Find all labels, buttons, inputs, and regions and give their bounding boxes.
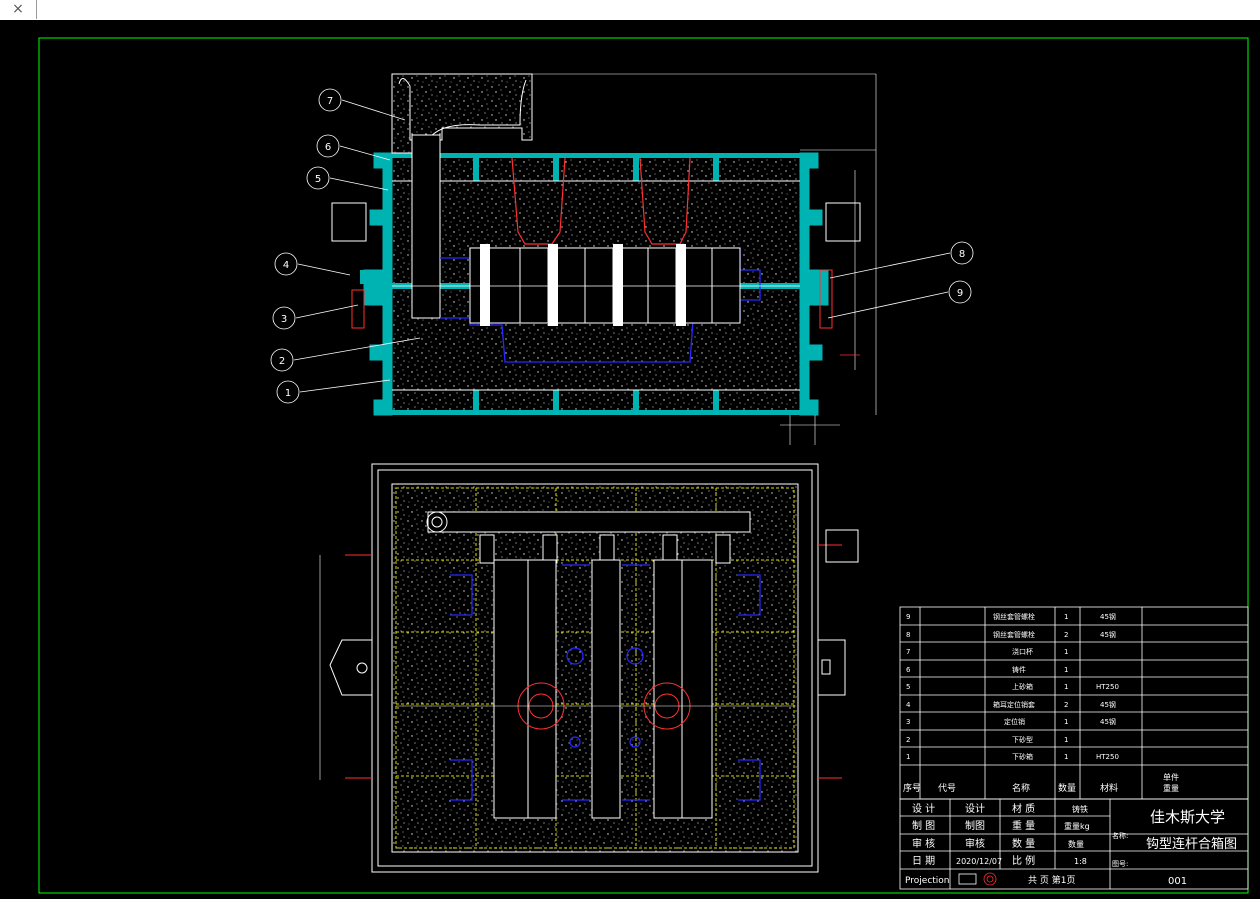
svg-text:设 计: 设 计: [912, 802, 935, 815]
svg-text:1: 1: [1064, 718, 1068, 726]
svg-text:2: 2: [1064, 701, 1068, 709]
balloon-2: 2: [279, 356, 285, 367]
svg-text:重量kg: 重量kg: [1064, 821, 1090, 831]
svg-text:箱耳定位销套: 箱耳定位销套: [993, 700, 1035, 709]
balloon-6: 6: [325, 142, 331, 153]
svg-text:上砂箱: 上砂箱: [1012, 682, 1033, 691]
svg-text:重量: 重量: [1163, 783, 1179, 793]
svg-text:制图: 制图: [965, 819, 985, 832]
svg-text:3: 3: [906, 718, 910, 726]
svg-text:佳木斯大学: 佳木斯大学: [1150, 808, 1225, 826]
svg-text:2: 2: [906, 736, 910, 744]
svg-text:1: 1: [1064, 666, 1068, 674]
svg-text:1: 1: [1064, 683, 1068, 691]
balloon-8: 8: [959, 249, 965, 260]
svg-text:下砂箱: 下砂箱: [1012, 752, 1033, 761]
svg-text:数 量: 数 量: [1012, 837, 1035, 850]
svg-text:下砂型: 下砂型: [1012, 735, 1033, 744]
svg-text:2020/12/07: 2020/12/07: [956, 857, 1002, 866]
svg-text:7: 7: [906, 648, 910, 656]
svg-text:材 质: 材 质: [1012, 802, 1035, 815]
svg-text:日 期: 日 期: [912, 855, 935, 867]
svg-text:钢丝套管螺栓: 钢丝套管螺栓: [993, 630, 1035, 639]
plan-view: [319, 463, 859, 873]
svg-text:6: 6: [906, 666, 911, 674]
svg-text:8: 8: [906, 631, 910, 639]
drawing-canvas[interactable]: 7 6 5 4 3 2 1 8 9 9 钢丝套管螺栓 1 45钢 8 钢丝套管螺…: [0, 20, 1260, 895]
svg-text:图号:: 图号:: [1112, 860, 1128, 868]
svg-text:共 页 第1页: 共 页 第1页: [1028, 874, 1075, 886]
svg-text:001: 001: [1168, 876, 1187, 887]
svg-text:HT250: HT250: [1096, 683, 1119, 691]
svg-text:材料: 材料: [1100, 782, 1118, 794]
svg-text:9: 9: [906, 613, 910, 621]
balloon-9: 9: [957, 288, 963, 299]
close-tab-button[interactable]: ×: [0, 0, 37, 19]
flask-right-wall: [799, 152, 829, 416]
svg-text:序号: 序号: [903, 782, 921, 794]
cad-drawing: 7 6 5 4 3 2 1 8 9 9 钢丝套管螺栓 1 45钢 8 钢丝套管螺…: [38, 37, 1249, 894]
balloon-4: 4: [283, 260, 289, 271]
svg-text:45钢: 45钢: [1100, 630, 1116, 639]
svg-text:1: 1: [1064, 648, 1068, 656]
parts-list: [899, 606, 1249, 800]
svg-text:4: 4: [906, 701, 911, 709]
svg-text:名称:: 名称:: [1112, 831, 1128, 840]
svg-text:比 例: 比 例: [1012, 854, 1035, 867]
svg-text:1:8: 1:8: [1074, 857, 1087, 866]
svg-text:名称: 名称: [1012, 782, 1030, 794]
svg-text:重 量: 重 量: [1012, 819, 1035, 832]
svg-text:定位销: 定位销: [1004, 717, 1025, 726]
parts-list-text: 9 钢丝套管螺栓 1 45钢 8 钢丝套管螺栓 2 45钢 7 浇口杯 1 6 铸件 1 5 上砂箱 1…: [903, 612, 1179, 794]
title-block-text: 设 计 设计 材 质 铸铁 制 图 制图 重 量 重量kg 审 核 审核 数 量…: [905, 802, 1237, 887]
section-view: [331, 73, 877, 445]
svg-text:5: 5: [906, 683, 910, 691]
svg-text:数量: 数量: [1068, 839, 1084, 849]
tab-strip: ×: [0, 0, 1260, 21]
svg-text:钢丝套管螺栓: 钢丝套管螺栓: [993, 612, 1035, 621]
svg-text:Projection: Projection: [905, 876, 950, 886]
svg-text:审 核: 审 核: [912, 837, 935, 850]
svg-text:1: 1: [906, 753, 910, 761]
svg-text:2: 2: [1064, 631, 1068, 639]
svg-text:1: 1: [1064, 736, 1068, 744]
balloon-5: 5: [315, 174, 321, 185]
svg-text:铸铁: 铸铁: [1072, 804, 1088, 814]
svg-text:代号: 代号: [938, 783, 956, 794]
balloon-3: 3: [281, 314, 287, 325]
sprue: [411, 134, 441, 319]
svg-text:1: 1: [1064, 613, 1068, 621]
svg-text:制 图: 制 图: [912, 819, 935, 832]
svg-text:钩型连杆合箱图: 钩型连杆合箱图: [1146, 836, 1237, 852]
svg-text:铸件: 铸件: [1012, 665, 1026, 674]
svg-text:HT250: HT250: [1096, 753, 1119, 761]
balloon-1: 1: [285, 388, 291, 399]
svg-text:数量: 数量: [1058, 782, 1076, 794]
svg-text:单件: 单件: [1163, 772, 1179, 782]
svg-text:45钢: 45钢: [1100, 700, 1116, 709]
svg-text:1: 1: [1064, 753, 1068, 761]
svg-text:审核: 审核: [965, 837, 985, 850]
svg-text:浇口杯: 浇口杯: [1012, 647, 1033, 656]
svg-text:45钢: 45钢: [1100, 717, 1116, 726]
svg-text:设计: 设计: [965, 802, 985, 815]
balloon-7: 7: [327, 96, 333, 107]
svg-text:45钢: 45钢: [1100, 612, 1116, 621]
